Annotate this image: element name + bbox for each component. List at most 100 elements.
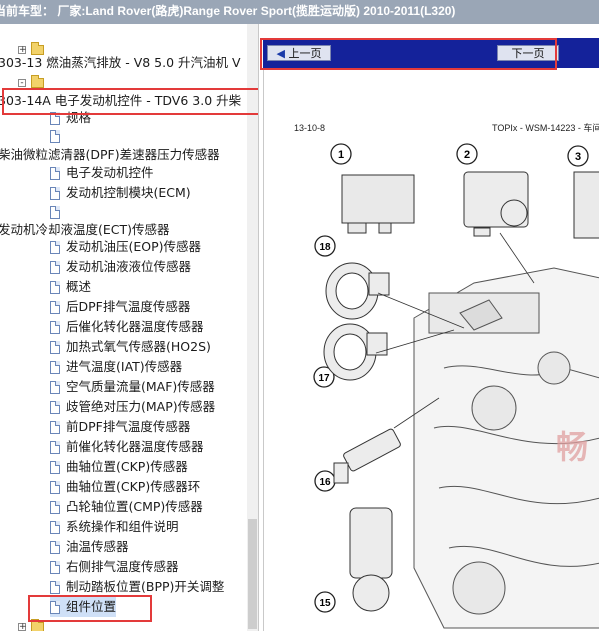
title-bar: 当前车型： 厂家:Land Rover(路虎)Range Rover Sport… [0, 0, 599, 24]
tree-item-label: 油温传感器 [66, 539, 129, 554]
page-ref: 13-10-8 [294, 123, 325, 133]
watermark: 畅 [556, 428, 588, 466]
tree-item-label: 发动机控制模块(ECM) [66, 185, 191, 200]
callout-18: 18 [314, 235, 336, 257]
folder-icon [31, 74, 44, 88]
tree-item-ecm[interactable]: 发动机控制模块(ECM) [50, 183, 191, 203]
tree-item-label: 凸轮轴位置(CMP)传感器 [66, 499, 203, 514]
document-icon [50, 321, 60, 334]
highlight-box [260, 38, 557, 70]
callout-16: 16 [314, 470, 336, 492]
tree-item-iat[interactable]: 进气温度(IAT)传感器 [50, 357, 182, 377]
tree-item-label: 曲轴位置(CKP)传感器 [66, 459, 188, 474]
scrollbar-thumb[interactable] [248, 519, 257, 629]
tree-item-eop[interactable]: 发动机油压(EOP)传感器 [50, 237, 201, 257]
tree-item-label: 303-13 燃油蒸汽排放 - V8 5.0 升汽油机 V [0, 55, 241, 70]
tree-item-label: 柴油微粒滤清器(DPF)差速器压力传感器 [0, 147, 220, 162]
document-icon [50, 341, 60, 354]
tree-scrollbar[interactable] [247, 24, 258, 631]
document-icon [50, 130, 60, 143]
document-icon [50, 361, 60, 374]
tree-item-rear-dpf-temp[interactable]: 后DPF排气温度传感器 [50, 297, 190, 317]
document-icon [50, 541, 60, 554]
tree-item-oil-temp[interactable]: 油温传感器 [50, 537, 129, 557]
tree-item-label: 发动机油压(EOP)传感器 [66, 239, 202, 254]
tree-item-label: 空气质量流量(MAF)传感器 [66, 379, 215, 394]
document-icon [50, 187, 60, 200]
tree-item-overview[interactable]: 概述 [50, 277, 91, 297]
tree-item-ckp[interactable]: 曲轴位置(CKP)传感器 [50, 457, 188, 477]
tree-item-map[interactable]: 歧管绝对压力(MAP)传感器 [50, 397, 215, 417]
tree-item-label: 前催化转化器温度传感器 [66, 439, 204, 454]
tree-item-engine-controls[interactable]: 电子发动机控件 [50, 163, 154, 183]
tree-item-label: 后催化转化器温度传感器 [66, 319, 204, 334]
folder-icon [31, 618, 44, 631]
collapse-icon[interactable]: - [18, 78, 26, 87]
document-icon [50, 241, 60, 254]
tree-panel: + 303-13 燃油蒸汽排放 - V8 5.0 升汽油机 V - 303-14… [0, 24, 259, 631]
document-viewer: ◀ 上一页 下一页 13-10-8 TOPIx - WSM-14223 - 车间… [259, 24, 599, 631]
engine-diagram: 13-10-8 TOPIx - WSM-14223 - 车间 1 2 3 18 … [294, 122, 599, 629]
tree-item-label: 电子发动机控件 [66, 165, 154, 180]
svg-text:15: 15 [319, 598, 331, 609]
document-icon [50, 281, 60, 294]
tree-item-right-exhaust-temp[interactable]: 右侧排气温度传感器 [50, 557, 179, 577]
tree-item-303-13[interactable]: 303-13 燃油蒸汽排放 - V8 5.0 升汽油机 V [0, 53, 241, 73]
tree-item-label: 系统操作和组件说明 [66, 519, 179, 534]
svg-text:17: 17 [318, 373, 330, 384]
svg-text:18: 18 [319, 242, 331, 253]
document-icon [50, 261, 60, 274]
document-page: 13-10-8 TOPIx - WSM-14223 - 车间 1 2 3 18 … [263, 68, 599, 631]
tree-item-ckp-ring[interactable]: 曲轴位置(CKP)传感器环 [50, 477, 200, 497]
document-icon [50, 461, 60, 474]
tree-item-oil-level[interactable]: 发动机油液液位传感器 [50, 257, 191, 277]
expand-icon[interactable]: + [18, 622, 27, 631]
tree-item-doc[interactable] [50, 202, 66, 222]
tree-item-label: 右侧排气温度传感器 [66, 559, 179, 574]
callout-1: 1 [330, 143, 352, 165]
highlight-box [28, 595, 152, 622]
component-3 [573, 171, 599, 239]
document-icon [50, 481, 60, 494]
tree-item-front-dpf-temp[interactable]: 前DPF排气温度传感器 [50, 417, 190, 437]
tree-item-label: 发动机冷却液温度(ECT)传感器 [0, 222, 170, 237]
callout-3: 3 [567, 145, 589, 167]
tree-item-label: 制动踏板位置(BPP)开关调整 [66, 579, 225, 594]
document-icon [50, 501, 60, 514]
svg-text:16: 16 [319, 477, 331, 488]
component-valve [349, 507, 393, 612]
tree-item-label: 进气温度(IAT)传感器 [66, 359, 183, 374]
tree-item-label: 加热式氧气传感器(HO2S) [66, 339, 211, 354]
document-icon [50, 421, 60, 434]
tree-item-rear-cat-temp[interactable]: 后催化转化器温度传感器 [50, 317, 204, 337]
document-icon [50, 521, 60, 534]
tree-item-system-operation[interactable]: 系统操作和组件说明 [50, 517, 179, 537]
title-text: 当前车型： 厂家:Land Rover(路虎)Range Rover Sport… [0, 4, 456, 18]
tree-item-front-cat-temp[interactable]: 前催化转化器温度传感器 [50, 437, 204, 457]
document-icon [50, 401, 60, 414]
component-module [341, 174, 415, 234]
tree-item-label: 前DPF排气温度传感器 [66, 419, 191, 434]
highlight-box [2, 88, 258, 115]
tree-item-bpp-switch[interactable]: 制动踏板位置(BPP)开关调整 [50, 577, 224, 597]
page-header-right: TOPIx - WSM-14223 - 车间 [492, 122, 599, 133]
tree-item-label: 曲轴位置(CKP)传感器环 [66, 479, 201, 494]
document-icon [50, 581, 60, 594]
document-icon [50, 441, 60, 454]
callout-15: 15 [314, 591, 336, 613]
svg-text:3: 3 [575, 151, 581, 163]
svg-text:1: 1 [338, 149, 344, 161]
component-maf-sensor [325, 262, 390, 320]
document-icon [50, 381, 60, 394]
svg-text:2: 2 [464, 149, 470, 161]
tree-item-label: 概述 [66, 279, 92, 294]
tree-item-maf[interactable]: 空气质量流量(MAF)传感器 [50, 377, 215, 397]
component-pressure-sensor [463, 171, 529, 237]
callout-2: 2 [456, 143, 478, 165]
tree-item-dpf-sensor[interactable]: 柴油微粒滤清器(DPF)差速器压力传感器 [0, 145, 220, 165]
tree-item-cmp[interactable]: 凸轮轴位置(CMP)传感器 [50, 497, 203, 517]
tree-item-ho2s[interactable]: 加热式氧气传感器(HO2S) [50, 337, 211, 357]
component-maf-sensor-2 [323, 323, 388, 381]
tree-item-doc[interactable] [50, 126, 66, 146]
tree-item-label: 后DPF排气温度传感器 [66, 299, 191, 314]
